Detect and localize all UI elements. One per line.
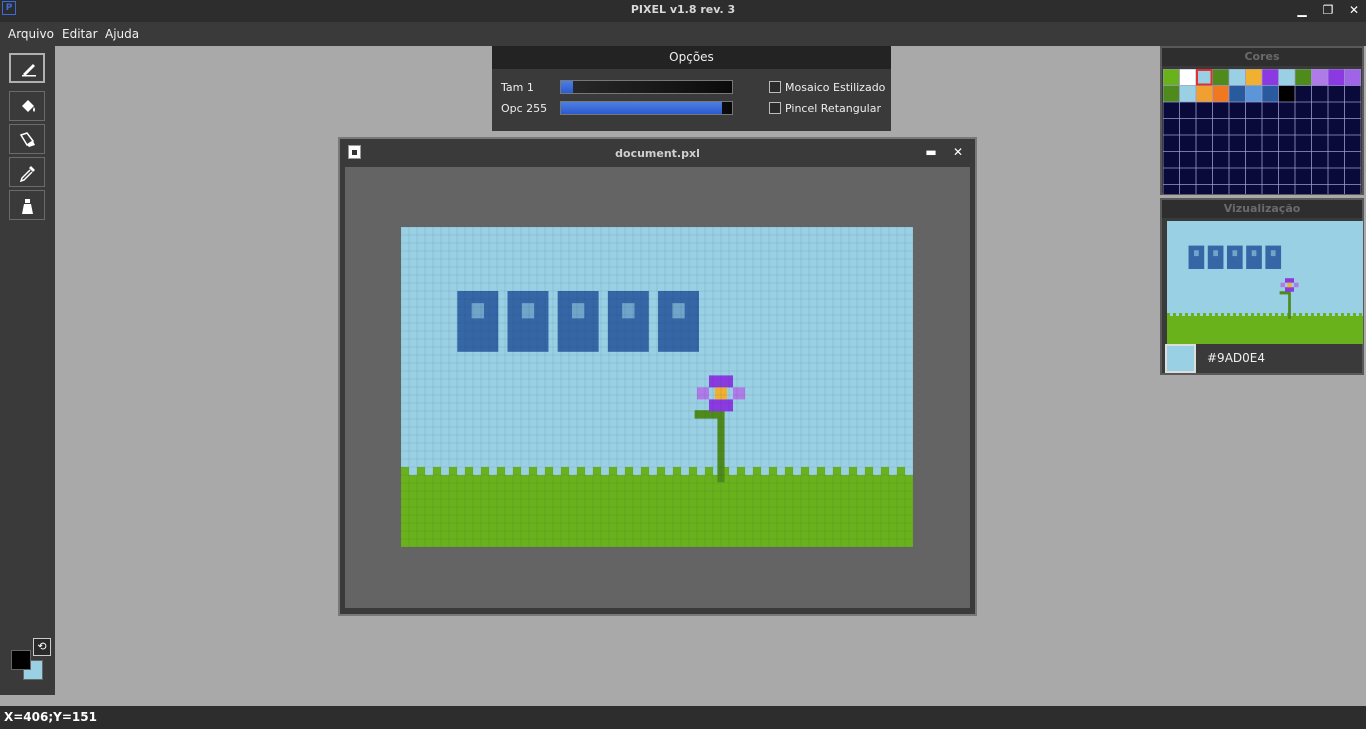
restore-window-button[interactable]: ❐ xyxy=(1319,2,1337,18)
palette-swatch[interactable] xyxy=(1163,85,1180,103)
palette-swatch[interactable] xyxy=(1229,85,1246,103)
document-title-bar[interactable]: document.pxl ▬ ✕ xyxy=(340,139,975,167)
document-close-button[interactable]: ✕ xyxy=(951,145,965,159)
paint-bucket-tool-button[interactable] xyxy=(9,91,45,121)
palette-swatch[interactable] xyxy=(1212,85,1230,103)
palette-swatch[interactable] xyxy=(1163,69,1180,86)
close-window-button[interactable]: ✕ xyxy=(1345,2,1363,18)
title-bar: P PIXEL v1.8 rev. 3 ▁ ❐ ✕ xyxy=(0,0,1366,22)
pixel-canvas[interactable] xyxy=(401,227,913,547)
spray-tool-button[interactable] xyxy=(9,190,45,220)
current-color-swatch xyxy=(1165,344,1196,373)
preview-panel: Vizualização #9AD0E4 xyxy=(1160,198,1364,375)
size-slider[interactable] xyxy=(560,80,733,94)
swap-colors-icon[interactable]: ⟲ xyxy=(33,638,51,656)
tool-panel: ⟲ xyxy=(0,46,55,695)
palette-swatch[interactable] xyxy=(1328,69,1345,86)
rect-brush-label[interactable]: Pincel Retangular xyxy=(785,102,881,115)
current-color-hex: #9AD0E4 xyxy=(1207,351,1265,365)
document-minimize-button[interactable]: ▬ xyxy=(924,145,938,159)
colors-title: Cores xyxy=(1162,48,1362,66)
palette-swatch[interactable] xyxy=(1278,85,1296,103)
palette-swatch[interactable] xyxy=(1344,69,1362,86)
palette-swatch[interactable] xyxy=(1179,85,1197,103)
eraser-tool-button[interactable] xyxy=(9,124,45,154)
menu-arquivo[interactable]: Arquivo xyxy=(8,27,54,41)
pencil-tool-button[interactable] xyxy=(9,53,45,83)
document-window: document.pxl ▬ ✕ xyxy=(338,137,977,616)
eraser-icon xyxy=(19,132,35,147)
color-swatches: ⟲ xyxy=(9,638,51,684)
size-slider-fill xyxy=(561,81,573,93)
preview-image xyxy=(1167,221,1363,344)
color-palette-grid[interactable] xyxy=(1163,69,1361,194)
minimize-window-button[interactable]: ▁ xyxy=(1293,2,1311,18)
preview-title: Vizualização xyxy=(1162,200,1362,218)
palette-swatch[interactable] xyxy=(1311,69,1329,86)
palette-swatch[interactable] xyxy=(1229,69,1246,86)
palette-swatch[interactable] xyxy=(1278,69,1296,86)
palette-swatch[interactable] xyxy=(1196,85,1213,103)
eyedropper-icon xyxy=(19,166,35,182)
mosaic-checkbox[interactable] xyxy=(769,81,781,93)
eyedropper-tool-button[interactable] xyxy=(9,157,45,187)
palette-swatch[interactable] xyxy=(1245,69,1263,86)
opacity-label: Opc 255 xyxy=(501,102,548,115)
foreground-color-swatch[interactable] xyxy=(11,650,31,670)
palette-swatch[interactable] xyxy=(1196,69,1213,86)
options-title: Opções xyxy=(492,46,891,69)
menu-bar: Arquivo Editar Ajuda xyxy=(0,22,1366,46)
status-bar: X=406;Y=151 xyxy=(0,706,1366,729)
opacity-slider-fill xyxy=(561,102,722,114)
cursor-coordinates: X=406;Y=151 xyxy=(4,710,97,724)
opacity-slider[interactable] xyxy=(560,101,733,115)
palette-swatch[interactable] xyxy=(1295,69,1312,86)
paint-bucket-icon xyxy=(22,100,35,112)
document-title: document.pxl xyxy=(615,147,700,160)
menu-editar[interactable]: Editar xyxy=(62,27,98,41)
size-label: Tam 1 xyxy=(501,81,534,94)
mosaic-label[interactable]: Mosaico Estilizado xyxy=(785,81,885,94)
palette-swatch[interactable] xyxy=(1262,69,1279,86)
palette-swatch[interactable] xyxy=(1212,69,1230,86)
colors-panel: Cores xyxy=(1160,46,1364,195)
app-title: PIXEL v1.8 rev. 3 xyxy=(630,3,736,16)
spray-bottle-icon xyxy=(22,199,33,214)
palette-swatch[interactable] xyxy=(1245,85,1263,103)
document-workspace xyxy=(345,167,970,608)
pencil-icon xyxy=(22,64,36,77)
options-panel: Opções Tam 1 Opc 255 Mosaico Estilizado … xyxy=(492,46,891,131)
menu-ajuda[interactable]: Ajuda xyxy=(105,27,139,41)
palette-swatch[interactable] xyxy=(1179,69,1197,86)
rect-brush-checkbox[interactable] xyxy=(769,102,781,114)
palette-swatch[interactable] xyxy=(1262,85,1279,103)
